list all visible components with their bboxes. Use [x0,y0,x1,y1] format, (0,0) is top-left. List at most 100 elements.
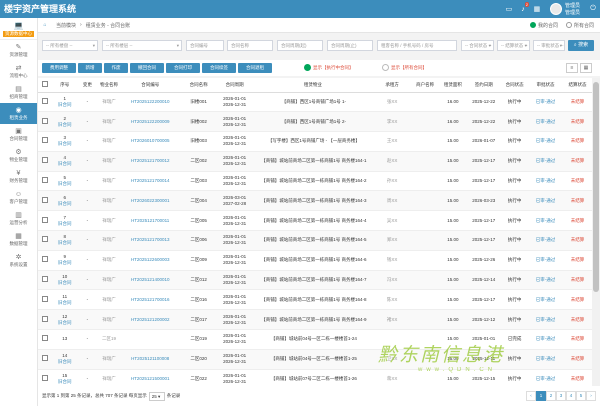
table-cell[interactable] [38,349,53,370]
table-row[interactable]: 8 旧合同 - 祥瑞广 HT2025121700013 二区006 2026-01-01 2… [38,230,592,251]
cell-value[interactable]: HT2025121100008 [131,356,169,361]
table-cell[interactable] [38,111,53,133]
old-contract-link[interactable]: 旧合同 [58,280,72,285]
power-icon[interactable]: ⏻ [586,0,600,18]
table-cell[interactable] [38,92,53,113]
table-cell[interactable]: HT2025122200010 [120,92,181,113]
withdraw-button[interactable]: 撤回合同 [130,63,164,73]
old-contract-link[interactable]: 旧合同 [58,161,72,166]
column-header[interactable]: 商户名称 [410,78,440,93]
page-button[interactable]: › [586,391,596,401]
column-header[interactable]: 承租方 [373,78,411,93]
sidebar-item-invest[interactable]: ▤ 招商管理 [0,82,37,103]
sidebar-item-finance[interactable]: ¥ 财务管理 [0,166,37,187]
monitor-icon[interactable]: ▭ [502,0,516,18]
cell-value[interactable]: HT2025121700011 [131,218,169,223]
table-cell[interactable]: HT2025122600003 [120,250,181,271]
table-cell[interactable] [38,190,53,212]
column-header[interactable]: 租赁面积 [439,78,467,93]
column-header[interactable]: 合同周期 [217,78,253,93]
old-contract-link[interactable]: 旧合同 [58,240,72,245]
table-cell[interactable] [38,131,53,152]
my-contracts-radio[interactable]: 我的合同 [529,22,558,29]
table-row[interactable]: 10 旧合同 - 祥瑞广 HT2025121400010 二区012 2026-01-01 … [38,270,592,291]
column-header[interactable]: 审批状态 [528,78,564,93]
column-header[interactable]: 结算状态 [563,78,592,93]
column-header[interactable]: 合同状态 [501,78,529,93]
table-row[interactable]: 7 旧合同 - 祥瑞广 HT2025121700011 二区005 2026-01-01 2… [38,210,592,232]
table-row[interactable]: 12 旧合同 - 祥瑞广 HT2025121200002 二区017 2026-01-01 … [38,309,592,331]
floor-select[interactable]: -- 所有楼层 -- ▾ [102,40,182,51]
checkbox[interactable] [42,335,49,342]
cell-value[interactable]: HT2026010700005 [131,138,170,143]
contract-code-input[interactable]: 合同编号 [186,40,224,51]
page-button[interactable]: 3 [556,391,566,401]
old-contract-link[interactable]: 旧合同 [58,320,72,325]
table-cell[interactable]: HT2025121100008 [120,349,181,370]
sidebar-item-resource[interactable]: ✎ 资源管理 [0,40,37,61]
table-cell[interactable] [38,250,53,271]
sidebar-item-property[interactable]: ⚙ 物业管理 [0,145,37,166]
table-cell[interactable]: HT2025121400010 [120,270,181,291]
cell-value[interactable]: HT2025122600003 [131,257,170,262]
table-cell[interactable]: HT2025121700016 [120,289,181,311]
checkbox[interactable] [42,117,49,124]
user-menu[interactable]: 管理员 管理员 [544,2,586,16]
table-cell[interactable]: HT2026022300001 [120,190,181,212]
settle-status-select[interactable]: -- 结算状态 -- ▾ [497,40,530,51]
breadcrumb-module[interactable]: 当前模块 [52,22,80,29]
page-button[interactable]: 5 [576,391,586,401]
cell-value[interactable]: HT2025121500001 [131,376,170,381]
cell-value[interactable]: HT2025121400010 [131,277,170,282]
table-cell[interactable] [38,289,53,311]
table-cell[interactable] [38,329,53,350]
table-cell[interactable] [38,309,53,331]
old-contract-link[interactable]: 旧合同 [58,300,72,305]
search-button[interactable]: ⌕ 搜索 [568,40,594,51]
table-cell[interactable] [38,210,53,232]
old-contract-link[interactable]: 旧合同 [58,359,72,364]
list-view-icon[interactable]: ≡ [566,63,578,73]
checkbox[interactable] [42,355,49,362]
column-header[interactable]: 序号 [52,78,78,93]
table-cell[interactable] [120,329,181,350]
old-contract-link[interactable]: 旧合同 [58,141,72,146]
legend-active[interactable]: 显示【执行中合同】 [304,64,354,71]
vertical-scrollbar[interactable] [592,78,600,386]
cell-value[interactable]: HT2026022300001 [131,198,170,203]
table-cell[interactable]: HT2025121700012 [120,151,181,172]
renew-button[interactable]: 合同续签 [202,63,236,73]
old-contract-link[interactable]: 旧合同 [58,102,72,107]
checkbox[interactable] [42,157,49,164]
scrollbar-thumb[interactable] [593,82,599,292]
table-row[interactable]: 11 旧合同 - 祥瑞广 HT2025121700016 二区016 2026-01-01 … [38,289,592,311]
checkbox[interactable] [42,177,49,184]
table-cell[interactable] [38,369,53,386]
table-cell[interactable] [38,171,53,192]
table-cell[interactable]: HT2025121200002 [120,309,181,331]
column-header[interactable]: 租赁物业 [252,78,374,93]
checkbox[interactable] [42,97,49,104]
bell-icon[interactable]: ♪ 2 [516,0,530,18]
fee-adjust-button[interactable]: 费用调整 [42,63,76,73]
period-start-input[interactable]: 合同周期(起) [277,40,323,51]
checkbox[interactable] [42,216,49,223]
cell-value[interactable]: HT2025121700014 [131,178,170,183]
page-button[interactable]: 2 [546,391,556,401]
cell-value[interactable]: HT2025121700016 [131,297,170,302]
cell-value[interactable]: HT2025121700012 [131,158,170,163]
contract-name-input[interactable]: 合同名称 [227,40,273,51]
table-row[interactable]: 4 旧合同 - 祥瑞广 HT2025121700012 二区002 2026-01-01 2… [38,151,592,172]
table-cell[interactable]: HT2025121700013 [120,230,181,251]
old-contract-link[interactable]: 旧合同 [58,201,72,206]
tenant-search-input[interactable]: 租客名称 / 手机号码 / 房号 [377,40,457,51]
checkbox[interactable] [42,315,49,322]
table-row[interactable]: 3 旧合同 - 祥瑞广 HT2026010700005 旧楼003 2026-01-01 2… [38,131,592,152]
checkbox[interactable] [42,256,49,263]
table-row[interactable]: 9 旧合同 - 祥瑞广 HT2025122600003 二区009 2026-01-01 2… [38,250,592,271]
page-button[interactable]: 4 [566,391,576,401]
cell-value[interactable]: HT2025121200002 [131,317,170,322]
table-cell[interactable]: HT2025121700011 [120,210,181,232]
terminate-button[interactable]: 合同退租 [238,63,272,73]
cell-value[interactable]: HT2025122200009 [131,119,170,124]
